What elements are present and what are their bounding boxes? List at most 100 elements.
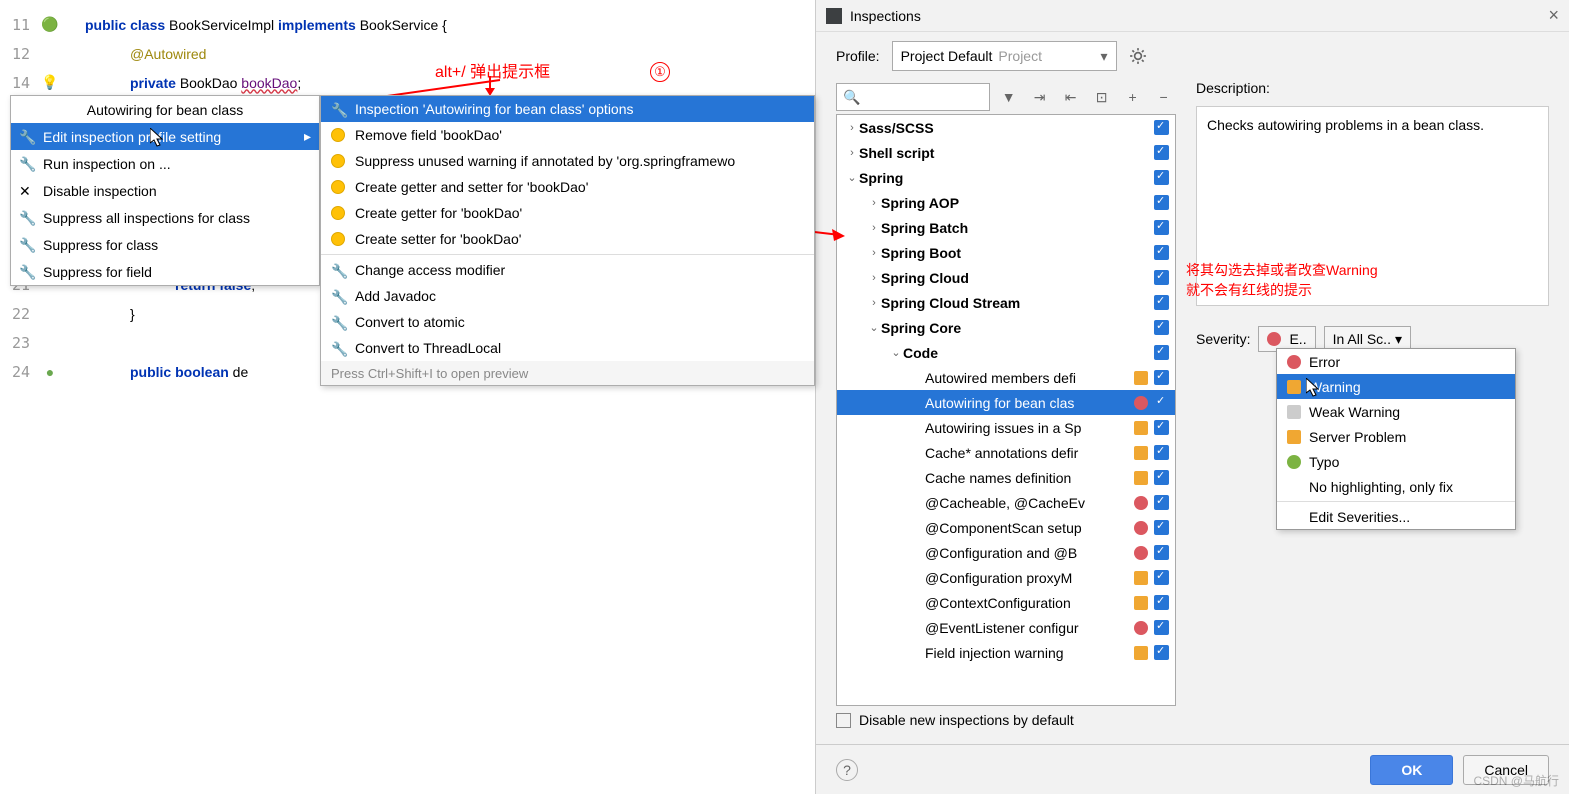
menu-item[interactable]: Create getter for 'bookDao' xyxy=(321,200,814,226)
checkbox[interactable] xyxy=(1154,295,1169,310)
severity-option[interactable]: Typo xyxy=(1277,449,1515,474)
code-line[interactable]: public boolean de xyxy=(130,357,248,386)
checkbox[interactable] xyxy=(1154,245,1169,260)
menu-item[interactable]: Create setter for 'bookDao' xyxy=(321,226,814,252)
code-line[interactable]: } xyxy=(130,299,135,328)
tree-row[interactable]: ›Shell script xyxy=(837,140,1175,165)
bulb-icon[interactable]: 💡 xyxy=(30,74,70,91)
menu-item[interactable]: 🔧Convert to ThreadLocal xyxy=(321,335,814,361)
wrench-icon: 🔧 xyxy=(331,289,345,303)
code-editor[interactable]: 11🟢 12 14💡 21 22 23 24● public class Boo… xyxy=(0,0,815,794)
remove-icon[interactable]: − xyxy=(1151,84,1176,110)
severity-option[interactable]: Server Problem xyxy=(1277,424,1515,449)
collapse-icon[interactable]: ⇤ xyxy=(1058,84,1083,110)
tree-row[interactable]: @ContextConfiguration xyxy=(837,590,1175,615)
severity-option[interactable]: Error xyxy=(1277,349,1515,374)
menu-item[interactable]: 🔧Run inspection on ... xyxy=(11,150,319,177)
tree-row[interactable]: Autowiring issues in a Sp xyxy=(837,415,1175,440)
menu-item[interactable]: Remove field 'bookDao' xyxy=(321,122,814,148)
profile-label: Profile: xyxy=(836,48,880,64)
checkbox[interactable] xyxy=(836,713,851,728)
checkbox[interactable] xyxy=(1154,470,1169,485)
menu-item[interactable]: 🔧Add Javadoc xyxy=(321,283,814,309)
menu-item[interactable]: ✕Disable inspection xyxy=(11,177,319,204)
menu-item[interactable]: 🔧Suppress all inspections for class xyxy=(11,204,319,231)
warning-icon xyxy=(1134,421,1148,435)
severity-option[interactable]: Edit Severities... xyxy=(1277,504,1515,529)
menu-item[interactable]: 🔧Change access modifier xyxy=(321,257,814,283)
checkbox[interactable] xyxy=(1154,370,1169,385)
tree-row[interactable]: @Cacheable, @CacheEv xyxy=(837,490,1175,515)
error-icon xyxy=(1134,546,1148,560)
menu-item[interactable]: 🔧Convert to atomic xyxy=(321,309,814,335)
wrench-icon: ✕ xyxy=(19,183,35,199)
checkbox[interactable] xyxy=(1154,220,1169,235)
checkbox[interactable] xyxy=(1154,620,1169,635)
checkbox[interactable] xyxy=(1154,345,1169,360)
reset-icon[interactable]: ⊡ xyxy=(1089,84,1114,110)
tree-row[interactable]: Cache names definition xyxy=(837,465,1175,490)
code-line[interactable]: public class BookServiceImpl implements … xyxy=(85,10,447,39)
search-input[interactable]: 🔍 xyxy=(836,83,990,111)
menu-item[interactable]: 🔧Suppress for class xyxy=(11,231,319,258)
severity-option[interactable]: Warning xyxy=(1277,374,1515,399)
tree-row[interactable]: ⌄Spring xyxy=(837,165,1175,190)
severity-option[interactable]: Weak Warning xyxy=(1277,399,1515,424)
add-icon[interactable]: + xyxy=(1120,84,1145,110)
severity-icon xyxy=(1287,405,1301,419)
tree-row[interactable]: @ComponentScan setup xyxy=(837,515,1175,540)
inspections-tree[interactable]: ›Sass/SCSS›Shell script⌄Spring›Spring AO… xyxy=(836,114,1176,706)
close-icon[interactable]: × xyxy=(1548,5,1559,26)
checkbox[interactable] xyxy=(1154,320,1169,335)
checkbox[interactable] xyxy=(1154,270,1169,285)
gutter-icon-bean: 🟢 xyxy=(30,16,70,33)
severity-option[interactable]: No highlighting, only fix xyxy=(1277,474,1515,499)
tree-row[interactable]: ›Spring Cloud xyxy=(837,265,1175,290)
checkbox[interactable] xyxy=(1154,595,1169,610)
profile-dropdown[interactable]: Project Default Project ▾ xyxy=(892,41,1117,71)
inspections-title: Inspections xyxy=(850,8,921,24)
menu-item[interactable]: Suppress unused warning if annotated by … xyxy=(321,148,814,174)
disable-new-row[interactable]: Disable new inspections by default xyxy=(836,706,1176,734)
tree-row[interactable]: ›Spring AOP xyxy=(837,190,1175,215)
code-line[interactable]: private BookDao bookDao; xyxy=(130,68,301,97)
inspections-left: 🔍 ▼ ⇥ ⇤ ⊡ + − ›Sass/SCSS›Shell script⌄Sp… xyxy=(836,80,1176,734)
checkbox[interactable] xyxy=(1154,145,1169,160)
menu-item[interactable]: 🔧Suppress for field xyxy=(11,258,319,285)
menu-item[interactable]: 🔧Edit inspection profile setting▸ xyxy=(11,123,319,150)
tree-row[interactable]: ›Spring Boot xyxy=(837,240,1175,265)
checkbox[interactable] xyxy=(1154,495,1169,510)
filter-icon[interactable]: ▼ xyxy=(996,84,1021,110)
tree-row[interactable]: ›Spring Cloud Stream xyxy=(837,290,1175,315)
tree-row[interactable]: Autowiring for bean clas xyxy=(837,390,1175,415)
tree-row[interactable]: ⌄Spring Core xyxy=(837,315,1175,340)
checkbox[interactable] xyxy=(1154,120,1169,135)
menu-item[interactable]: Create getter and setter for 'bookDao' xyxy=(321,174,814,200)
tree-row[interactable]: ⌄Code xyxy=(837,340,1175,365)
checkbox[interactable] xyxy=(1154,570,1169,585)
checkbox[interactable] xyxy=(1154,645,1169,660)
tree-row[interactable]: Autowired members defi xyxy=(837,365,1175,390)
gear-icon[interactable] xyxy=(1129,47,1147,65)
checkbox[interactable] xyxy=(1154,445,1169,460)
checkbox[interactable] xyxy=(1154,170,1169,185)
ok-button[interactable]: OK xyxy=(1370,755,1453,785)
checkbox[interactable] xyxy=(1154,195,1169,210)
checkbox[interactable] xyxy=(1154,520,1169,535)
checkbox[interactable] xyxy=(1154,545,1169,560)
annotation-circle-1: ① xyxy=(650,62,670,82)
tree-row[interactable]: Cache* annotations defir xyxy=(837,440,1175,465)
tree-row[interactable]: @Configuration proxyM xyxy=(837,565,1175,590)
help-icon[interactable]: ? xyxy=(836,759,858,781)
tree-row[interactable]: @Configuration and @B xyxy=(837,540,1175,565)
checkbox[interactable] xyxy=(1154,420,1169,435)
tree-row[interactable]: ›Sass/SCSS xyxy=(837,115,1175,140)
code-line[interactable]: @Autowired xyxy=(130,39,206,68)
menu-item[interactable]: 🔧Inspection 'Autowiring for bean class' … xyxy=(321,96,814,122)
tree-row[interactable]: @EventListener configur xyxy=(837,615,1175,640)
bulb-icon xyxy=(331,180,345,194)
tree-row[interactable]: Field injection warning xyxy=(837,640,1175,665)
expand-icon[interactable]: ⇥ xyxy=(1027,84,1052,110)
checkbox[interactable] xyxy=(1154,395,1169,410)
tree-row[interactable]: ›Spring Batch xyxy=(837,215,1175,240)
